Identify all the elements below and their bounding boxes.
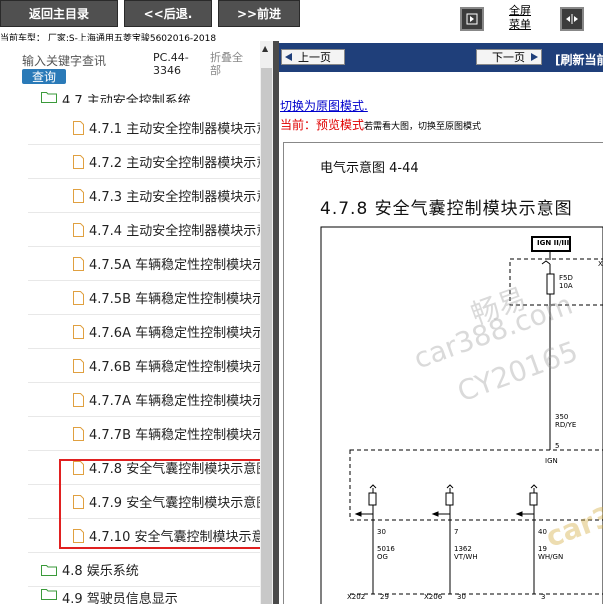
scroll-up-arrow-icon[interactable]: ▲ bbox=[262, 44, 268, 53]
arrow-left-icon bbox=[285, 53, 292, 61]
wire-number: 5016 bbox=[377, 545, 395, 553]
tree-file-label: 4.7.4 主动安全控制器模块示意图 bbox=[89, 224, 260, 239]
next-page-button[interactable]: 下一页 bbox=[476, 49, 542, 65]
folder-icon bbox=[41, 564, 57, 576]
wire-number: 350 bbox=[555, 413, 569, 421]
pc-code: PC.44- 3346 bbox=[153, 51, 189, 77]
tree-file-item[interactable]: 4.7.6A 车辆稳定性控制模块示意图 bbox=[28, 315, 260, 349]
fullscreen-label: 全屏 bbox=[509, 4, 531, 17]
connector-label: X206 bbox=[424, 593, 443, 601]
file-icon bbox=[73, 256, 84, 271]
file-icon bbox=[73, 358, 84, 373]
fuse-name: F5D bbox=[559, 274, 573, 282]
file-icon bbox=[73, 392, 84, 407]
wire-number: 1362 bbox=[454, 545, 472, 553]
left-scrollbar-thumb[interactable] bbox=[261, 68, 272, 604]
forward-button[interactable]: >>前进 bbox=[218, 0, 300, 27]
prev-page-button[interactable]: 上一页 bbox=[281, 49, 345, 65]
pin-label: 3 bbox=[541, 593, 546, 601]
tree-file-item[interactable]: 4.7.5B 车辆稳定性控制模块示意图 bbox=[28, 281, 260, 315]
tree-file-label: 4.7.6A 车辆稳定性控制模块示意图 bbox=[89, 326, 260, 341]
highlight-box bbox=[59, 459, 263, 549]
tree-file-item[interactable]: 4.7.3 主动安全控制器模块示意图 bbox=[28, 179, 260, 213]
fuse-label: F5D 10A bbox=[559, 274, 573, 290]
split-view-icon[interactable] bbox=[560, 7, 584, 31]
tree-file-label: 4.7.6B 车辆稳定性控制模块示意图 bbox=[89, 360, 260, 375]
file-icon bbox=[73, 324, 84, 339]
prev-page-label: 上一页 bbox=[298, 51, 331, 64]
collapse-all-line2: 部 bbox=[210, 64, 221, 77]
mode-prefix: 当前： bbox=[280, 118, 317, 132]
search-input[interactable]: 输入关键字查讯 bbox=[22, 52, 106, 69]
folder-icon bbox=[41, 589, 57, 600]
pc-code-line1: PC.44- bbox=[153, 51, 189, 64]
tree-folder-label: 4.7 主动安全控制系统 bbox=[62, 94, 191, 103]
file-icon bbox=[73, 426, 84, 441]
top-toolbar: 返回主目录 <<后退. >>前进 全屏 菜单 bbox=[0, 0, 603, 31]
side-marker: X bbox=[598, 260, 603, 268]
pin-label: 29 bbox=[380, 593, 389, 601]
doc-title: 4.7.8 安全气囊控制模块示意图 bbox=[320, 199, 573, 219]
tree-folder-label: 4.8 娱乐系统 bbox=[62, 564, 139, 579]
mode-hint: 若需看大图，切换至原图模式 bbox=[364, 122, 482, 132]
wire-color: RD/YE bbox=[555, 421, 577, 429]
tree-file-label: 4.7.1 主动安全控制器模块示意图 bbox=[89, 122, 260, 137]
tree-file-item[interactable]: 4.7.7B 车辆稳定性控制模块示意图 bbox=[28, 417, 260, 451]
tree-file-label: 4.7.2 主动安全控制器模块示意图 bbox=[89, 156, 260, 171]
connector-label: X202 bbox=[347, 593, 366, 601]
wire-1362-label: 1362 VT/WH bbox=[454, 545, 478, 561]
wire-5016-label: 5016 OG bbox=[377, 545, 395, 561]
file-icon bbox=[73, 120, 84, 135]
tree-file-item[interactable]: 4.7.2 主动安全控制器模块示意图 bbox=[28, 145, 260, 179]
tree-folder-driver-info[interactable]: 4.9 驾驶员信息显示 bbox=[28, 588, 260, 604]
fullscreen-menu-label[interactable]: 全屏 菜单 bbox=[505, 4, 535, 32]
collapse-all-button[interactable]: 折叠全 部 bbox=[210, 51, 243, 77]
tree-file-item[interactable]: 4.7.1 主动安全控制器模块示意图 bbox=[28, 111, 260, 145]
file-icon bbox=[73, 222, 84, 237]
menu-label: 菜单 bbox=[509, 18, 531, 31]
tree-file-label: 4.7.7A 车辆稳定性控制模块示意图 bbox=[89, 394, 260, 409]
wire-color: WH/GN bbox=[538, 553, 564, 561]
mode-name: 预览模式 bbox=[316, 118, 365, 132]
current-mode-status: 当前：预览模式若需看大图，切换至原图模式 bbox=[280, 116, 481, 133]
tree-file-item[interactable]: 4.7.7A 车辆稳定性控制模块示意图 bbox=[28, 383, 260, 417]
pin-label: 30 bbox=[457, 593, 466, 601]
tree-file-item[interactable]: 4.7.4 主动安全控制器模块示意图 bbox=[28, 213, 260, 247]
doc-section-label: 电气示意图 4-44 bbox=[320, 161, 419, 176]
tree-folder-active-safety[interactable]: 4.7 主动安全控制系统 bbox=[28, 83, 260, 103]
tree-folder-label: 4.9 驾驶员信息显示 bbox=[62, 592, 178, 604]
file-icon bbox=[73, 154, 84, 169]
tree-folder-entertainment[interactable]: 4.8 娱乐系统 bbox=[28, 553, 260, 587]
file-icon bbox=[73, 290, 84, 305]
pc-code-line2: 3346 bbox=[153, 64, 181, 77]
wire-color: OG bbox=[377, 553, 388, 561]
collapse-all-line1: 折叠全 bbox=[210, 51, 243, 64]
pin-label: 30 bbox=[377, 528, 386, 536]
tree-file-label: 4.7.5B 车辆稳定性控制模块示意图 bbox=[89, 292, 260, 307]
folder-icon bbox=[41, 92, 57, 103]
back-home-button[interactable]: 返回主目录 bbox=[0, 0, 118, 27]
pin-label: 5 bbox=[555, 442, 560, 450]
ign-box-label: IGN II/III bbox=[537, 239, 570, 247]
switch-original-mode-link[interactable]: 切换为原图模式. bbox=[280, 97, 368, 114]
tree-file-label: 4.7.7B 车辆稳定性控制模块示意图 bbox=[89, 428, 260, 443]
fullscreen-toggle-icon[interactable] bbox=[460, 7, 484, 31]
query-button[interactable]: 查询 bbox=[22, 69, 66, 84]
refresh-current-button[interactable]: [刷新当前 bbox=[555, 51, 603, 68]
pin-label: 7 bbox=[454, 528, 459, 536]
next-page-label: 下一页 bbox=[492, 51, 525, 64]
ign-label: IGN bbox=[545, 457, 558, 465]
tree-file-label: 4.7.3 主动安全控制器模块示意图 bbox=[89, 190, 260, 205]
tree-file-label: 4.7.5A 车辆稳定性控制模块示意图 bbox=[89, 258, 260, 273]
file-icon bbox=[73, 188, 84, 203]
arrow-right-icon bbox=[531, 53, 538, 61]
back-button[interactable]: <<后退. bbox=[124, 0, 212, 27]
wire-color: VT/WH bbox=[454, 553, 478, 561]
tree-file-item[interactable]: 4.7.6B 车辆稳定性控制模块示意图 bbox=[28, 349, 260, 383]
tree-file-item[interactable]: 4.7.5A 车辆稳定性控制模块示意图 bbox=[28, 247, 260, 281]
wire-350-label: 350 RD/YE bbox=[555, 413, 576, 429]
